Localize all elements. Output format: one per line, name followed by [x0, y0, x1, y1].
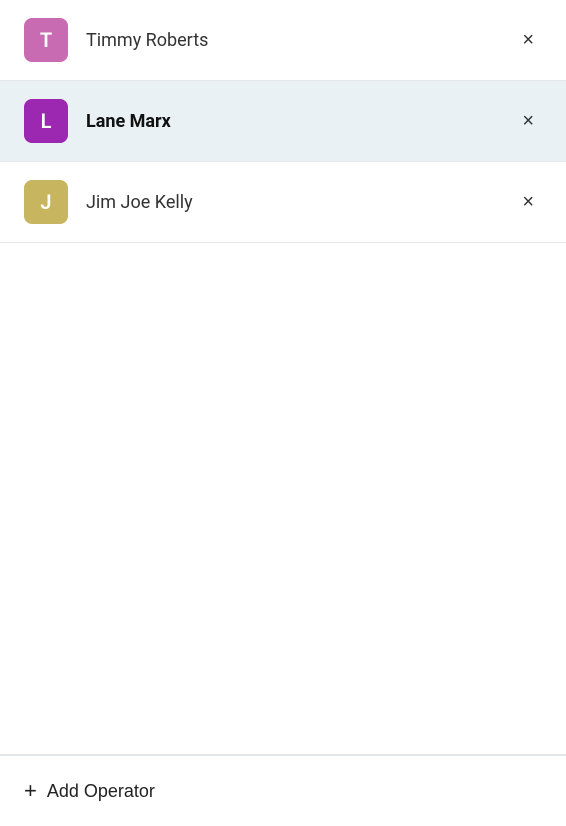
remove-button-timmy-roberts[interactable]: × [514, 26, 542, 54]
avatar-timmy-roberts: T [24, 18, 68, 62]
operator-name-timmy-roberts: Timmy Roberts [86, 30, 514, 51]
avatar-lane-marx: L [24, 99, 68, 143]
remove-button-lane-marx[interactable]: × [514, 107, 542, 135]
plus-icon: + [24, 778, 37, 804]
operator-item-jim-joe-kelly: J Jim Joe Kelly× [0, 162, 566, 243]
list-spacer [0, 243, 566, 755]
operator-name-lane-marx: Lane Marx [86, 111, 514, 132]
avatar-jim-joe-kelly: J [24, 180, 68, 224]
operator-name-jim-joe-kelly: Jim Joe Kelly [86, 192, 514, 213]
add-operator-footer: + Add Operator [0, 755, 566, 826]
operator-list: TTimmy Roberts×LLane Marx×JJim Joe Kelly… [0, 0, 566, 755]
operator-item-lane-marx: L Lane Marx× [0, 81, 566, 162]
add-operator-label: Add Operator [47, 781, 155, 802]
add-operator-button[interactable]: + Add Operator [24, 778, 155, 804]
operator-item-timmy-roberts: T Timmy Roberts× [0, 0, 566, 81]
remove-button-jim-joe-kelly[interactable]: × [514, 188, 542, 216]
